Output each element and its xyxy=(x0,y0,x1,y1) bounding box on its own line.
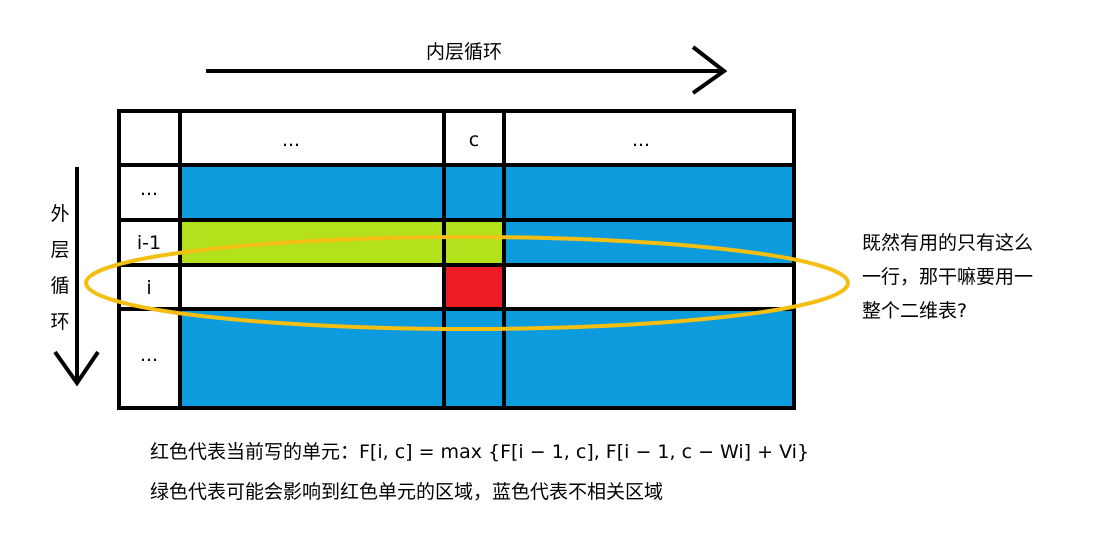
side-note: 既然有用的只有这么 一行，那干嘛要用一 整个二维表? xyxy=(862,226,1072,328)
row-label: i xyxy=(146,277,151,299)
outer-loop-label: 外 层 循 环 xyxy=(50,203,69,333)
header-cell-right: ... xyxy=(632,129,650,151)
outer-loop-char: 层 xyxy=(50,239,69,261)
row-label: ... xyxy=(140,178,158,200)
row-label: i-1 xyxy=(137,232,161,254)
outer-loop-char: 环 xyxy=(50,311,69,333)
green-dependency-region xyxy=(180,220,504,265)
caption-green-blue: 绿色代表可能会影响到红色单元的区域，蓝色代表不相关区域 xyxy=(150,481,664,503)
outer-loop-char: 外 xyxy=(50,203,69,225)
caption-red: 红色代表当前写的单元：F[i, c] = max {F[i − 1, c], F… xyxy=(150,441,810,463)
header-cell-left: ... xyxy=(282,129,300,151)
side-note-line: 既然有用的只有这么 xyxy=(862,232,1034,254)
side-note-line: 一行，那干嘛要用一 xyxy=(862,266,1034,288)
header-cell-c: c xyxy=(469,129,479,151)
row-label: ... xyxy=(140,344,158,366)
red-current-cell xyxy=(444,265,504,309)
outer-loop-char: 循 xyxy=(50,275,69,297)
side-note-line: 整个二维表? xyxy=(862,300,968,322)
inner-loop-label: 内层循环 xyxy=(426,41,502,63)
